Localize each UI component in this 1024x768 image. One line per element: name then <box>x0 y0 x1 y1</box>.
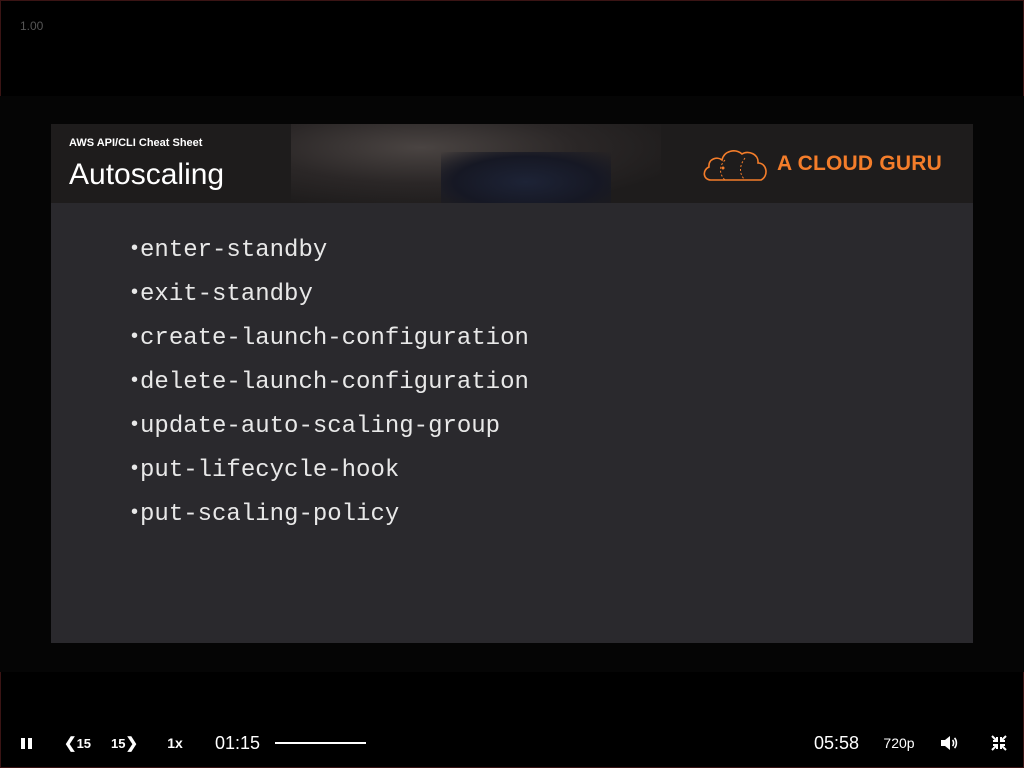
bullet-text: create-launch-configuration <box>140 325 529 352</box>
bullet-text: update-auto-scaling-group <box>140 413 501 440</box>
bullet-text: exit-standby <box>140 281 313 308</box>
bullet-text: enter-standby <box>140 237 328 264</box>
playback-rate-button[interactable]: 1x <box>160 732 190 754</box>
player-controls: ❮ 15 15 ❯ 1x 01:15 05:58 720p <box>0 722 1024 764</box>
pause-icon <box>27 737 32 749</box>
slide-title: Autoscaling <box>69 158 225 191</box>
bullet-text: put-scaling-policy <box>140 501 400 528</box>
progress-bar[interactable] <box>275 742 366 744</box>
slide: AWS API/CLI Cheat Sheet Autoscaling A CL… <box>51 124 973 643</box>
bullet-text: delete-launch-configuration <box>140 369 529 396</box>
volume-icon <box>941 736 958 750</box>
brand-logo: A CLOUD GURU <box>701 144 961 186</box>
skip-back-label: 15 <box>76 735 92 751</box>
slide-header: AWS API/CLI Cheat Sheet Autoscaling A CL… <box>51 124 973 203</box>
bullet-item: •create-launch-configuration <box>131 320 529 364</box>
exit-fullscreen-button[interactable] <box>988 732 1010 754</box>
bullet-dot: • <box>131 237 139 259</box>
bullet-dot: • <box>131 281 139 303</box>
skip-back-icon: ❮ <box>64 735 77 752</box>
bullet-item: •enter-standby <box>131 232 529 276</box>
duration: 05:58 <box>814 732 860 753</box>
bullet-item: •update-auto-scaling-group <box>131 408 529 452</box>
zoom-level: 1.00 <box>20 19 44 33</box>
current-time: 01:15 <box>215 732 261 753</box>
bullet-item: •delete-launch-configuration <box>131 364 529 408</box>
pause-button[interactable] <box>16 732 36 754</box>
bullet-item: •put-lifecycle-hook <box>131 452 529 496</box>
cloud-logo-icon <box>703 150 767 181</box>
bullet-dot: • <box>131 501 139 523</box>
skip-forward-button[interactable]: 15 ❯ <box>111 732 138 754</box>
exit-fullscreen-icon <box>991 735 1007 751</box>
bullet-dot: • <box>131 413 139 435</box>
bullet-dot: • <box>131 325 139 347</box>
pause-icon <box>20 737 25 749</box>
quality-button[interactable]: 720p <box>878 732 920 754</box>
bullet-list: •enter-standby •exit-standby •create-launc… <box>131 232 529 540</box>
volume-button[interactable] <box>938 732 960 754</box>
bullet-item: •exit-standby <box>131 276 529 320</box>
brand-name: A CLOUD GURU <box>777 152 942 175</box>
presenter-video-thumbnail <box>291 124 661 203</box>
bullet-dot: • <box>131 457 139 479</box>
bullet-item: •put-scaling-policy <box>131 496 529 540</box>
skip-back-button[interactable]: ❮ 15 <box>64 732 91 754</box>
bullet-text: put-lifecycle-hook <box>140 457 400 484</box>
skip-forward-icon: ❯ <box>125 735 139 752</box>
bullet-dot: • <box>131 369 139 391</box>
slide-kicker: AWS API/CLI Cheat Sheet <box>69 137 203 149</box>
skip-forward-label: 15 <box>111 735 126 751</box>
